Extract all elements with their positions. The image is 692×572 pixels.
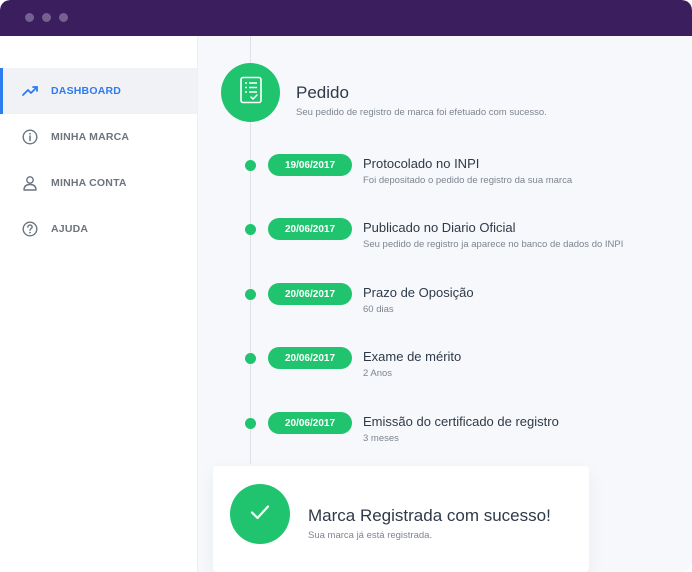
sidebar: DASHBOARD MINHA MARCA MINHA CONTA AJUDA xyxy=(0,36,198,572)
step-title: Protocolado no INPI xyxy=(363,156,480,171)
document-checklist-icon xyxy=(239,76,263,109)
timeline-step: 20/06/2017 Exame de mérito 2 Anos xyxy=(198,346,692,386)
timeline-dot xyxy=(245,418,256,429)
step-date-badge: 20/06/2017 xyxy=(268,218,352,240)
sidebar-item-label: DASHBOARD xyxy=(51,85,122,97)
order-status-circle xyxy=(221,63,280,122)
step-title: Publicado no Diario Oficial xyxy=(363,220,516,235)
dashboard-main: Pedido Seu pedido de registro de marca f… xyxy=(198,36,692,572)
step-title: Emissão do certificado de registro xyxy=(363,414,559,429)
success-subtitle: Sua marca já está registrada. xyxy=(308,530,433,541)
step-description: Seu pedido de registro ja aparece no ban… xyxy=(363,239,624,250)
sidebar-item-label: MINHA CONTA xyxy=(51,177,127,189)
timeline-step: 19/06/2017 Protocolado no INPI Foi depos… xyxy=(198,153,692,193)
step-description: Foi depositado o pedido de registro da s… xyxy=(363,175,573,186)
sidebar-item-label: MINHA MARCA xyxy=(51,131,130,143)
step-description: 60 dias xyxy=(363,304,394,315)
timeline-dot xyxy=(245,353,256,364)
step-title: Prazo de Oposição xyxy=(363,285,474,300)
window-dot[interactable] xyxy=(42,13,51,22)
timeline-dot xyxy=(245,289,256,300)
sidebar-item-ajuda[interactable]: AJUDA xyxy=(0,206,197,252)
step-title: Exame de mérito xyxy=(363,349,462,364)
step-date-badge: 20/06/2017 xyxy=(268,347,352,369)
success-card: Marca Registrada com sucesso! Sua marca … xyxy=(213,466,589,572)
help-icon xyxy=(22,221,38,237)
step-date-badge: 20/06/2017 xyxy=(268,283,352,305)
user-icon xyxy=(22,175,38,191)
step-description: 2 Anos xyxy=(363,368,393,379)
timeline-dot xyxy=(245,160,256,171)
window-dot[interactable] xyxy=(59,13,68,22)
sidebar-item-dashboard[interactable]: DASHBOARD xyxy=(0,68,197,114)
app-window: DASHBOARD MINHA MARCA MINHA CONTA AJUDA xyxy=(0,0,692,572)
window-titlebar xyxy=(0,0,692,36)
trending-up-icon xyxy=(22,83,38,99)
success-circle xyxy=(230,484,290,544)
timeline-step: 20/06/2017 Prazo de Oposição 60 dias xyxy=(198,282,692,322)
sidebar-item-minha-conta[interactable]: MINHA CONTA xyxy=(0,160,197,206)
order-subtitle: Seu pedido de registro de marca foi efet… xyxy=(296,107,547,118)
timeline-dot xyxy=(245,224,256,235)
checkmark-icon xyxy=(249,503,271,526)
sidebar-item-minha-marca[interactable]: MINHA MARCA xyxy=(0,114,197,160)
success-title: Marca Registrada com sucesso! xyxy=(308,506,551,525)
window-dot[interactable] xyxy=(25,13,34,22)
timeline-step: 20/06/2017 Publicado no Diario Oficial S… xyxy=(198,217,692,257)
info-icon xyxy=(22,129,38,145)
step-date-badge: 20/06/2017 xyxy=(268,412,352,434)
order-title: Pedido xyxy=(296,83,349,102)
timeline-step: 20/06/2017 Emissão do certificado de reg… xyxy=(198,411,692,451)
step-description: 3 meses xyxy=(363,433,399,444)
sidebar-item-label: AJUDA xyxy=(51,223,89,235)
step-date-badge: 19/06/2017 xyxy=(268,154,352,176)
